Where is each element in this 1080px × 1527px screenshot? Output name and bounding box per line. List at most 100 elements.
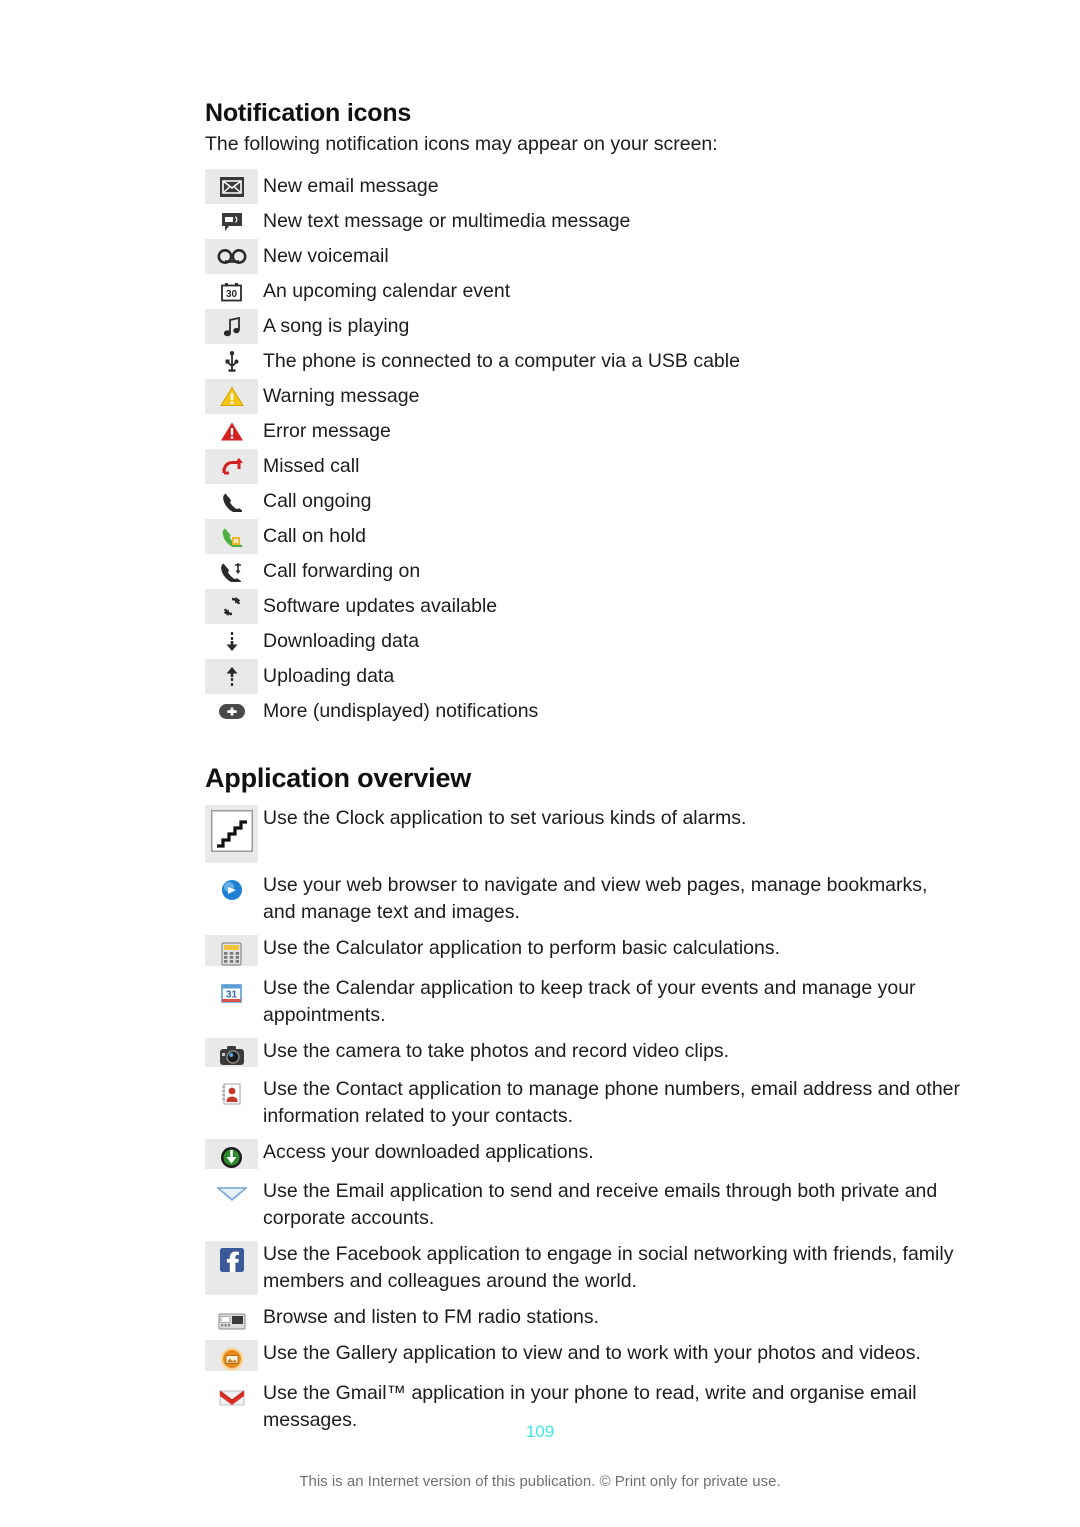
gmail-app-icon	[219, 1387, 245, 1407]
calendar-event-icon: 30	[221, 282, 242, 302]
downloads-app-icon	[220, 1146, 243, 1169]
application-label: Use the camera to take photos and record…	[263, 1040, 730, 1062]
application-label: Use the Email application to send and re…	[263, 1180, 938, 1229]
notification-row: A song is playing	[205, 309, 965, 344]
application-label: Access your downloaded applications.	[263, 1141, 594, 1163]
contacts-app-icon	[221, 1083, 242, 1105]
notification-row: Error message	[205, 414, 965, 449]
more-notifications-icon	[218, 703, 245, 720]
notification-row: Downloading data	[205, 624, 965, 659]
application-icon-cell	[205, 935, 258, 966]
notification-label: Error message	[263, 420, 391, 442]
manual-page: Notification icons The following notific…	[0, 0, 1080, 1527]
application-icon-cell	[205, 1304, 258, 1331]
application-icon-cell	[205, 805, 258, 863]
application-row: Use the Facebook application to engage i…	[205, 1241, 1005, 1295]
fm-radio-app-icon	[218, 1311, 246, 1331]
notification-label: More (undisplayed) notifications	[263, 700, 539, 722]
notification-label: New voicemail	[263, 245, 389, 267]
page-number: 109	[525, 1422, 555, 1441]
notification-icon-cell	[205, 694, 258, 729]
application-label: Use the Calendar application to keep tra…	[263, 977, 916, 1026]
notification-label: Downloading data	[263, 630, 420, 652]
svg-text:31: 31	[226, 990, 238, 1001]
application-row: 31 Use the Calendar application to keep t…	[205, 975, 1005, 1029]
application-label: Use the Gallery application to view and …	[263, 1342, 921, 1364]
notification-row: Uploading data	[205, 659, 965, 694]
notification-row: Call ongoing	[205, 484, 965, 519]
application-row: Use your web browser to navigate and vie…	[205, 872, 1005, 926]
notification-label: An upcoming calendar event	[263, 280, 511, 302]
footer-copyright-note: This is an Internet version of this publ…	[299, 1473, 781, 1490]
usb-icon	[225, 350, 239, 373]
application-row: Use the Clock application to set various…	[205, 805, 1005, 863]
application-icon-cell	[205, 1241, 258, 1295]
notification-label: Warning message	[263, 385, 420, 407]
notification-intro-text: The following notification icons may app…	[205, 133, 718, 155]
notification-row: New voicemail	[205, 239, 965, 274]
notification-label: Missed call	[263, 455, 360, 477]
browser-app-icon	[221, 879, 243, 901]
notification-icon-cell	[205, 484, 258, 519]
application-label: Use the Contact application to manage ph…	[263, 1078, 961, 1127]
call-ongoing-icon	[221, 491, 242, 512]
application-label: Browse and listen to FM radio stations.	[263, 1306, 599, 1328]
notification-icon-cell	[205, 659, 258, 694]
calendar-app-icon: 31	[221, 982, 242, 1004]
application-row: Use the camera to take photos and record…	[205, 1038, 1005, 1067]
software-update-icon	[222, 596, 242, 617]
new-text-message-icon	[221, 212, 243, 232]
facebook-app-icon	[219, 1248, 244, 1272]
application-row: Browse and listen to FM radio stations.	[205, 1304, 1005, 1331]
application-icon-cell	[205, 1139, 258, 1169]
notification-icon-cell	[205, 239, 258, 274]
notification-row: More (undisplayed) notifications	[205, 694, 965, 729]
notification-icon-cell: 30	[205, 274, 258, 309]
gallery-app-icon	[220, 1347, 244, 1371]
notification-row: New email message	[205, 169, 965, 204]
missed-call-icon	[221, 456, 243, 477]
notification-label: A song is playing	[263, 315, 410, 337]
warning-triangle-icon	[219, 386, 244, 407]
application-icon-cell	[205, 872, 258, 926]
application-icon-cell	[205, 1076, 258, 1130]
notification-row: Call on hold	[205, 519, 965, 554]
notification-row: 30 An upcoming calendar event	[205, 274, 965, 309]
application-icon-cell	[205, 1178, 258, 1232]
call-on-hold-icon	[221, 526, 243, 547]
application-icon-cell	[205, 1038, 258, 1067]
notification-icon-cell	[205, 519, 258, 554]
notification-label: Software updates available	[263, 595, 498, 617]
notification-label: Uploading data	[263, 665, 395, 687]
calculator-app-icon	[221, 942, 242, 966]
application-label: Use the Facebook application to engage i…	[263, 1243, 954, 1292]
page-title-application-overview: Application overview	[205, 763, 472, 793]
application-row: Use the Email application to send and re…	[205, 1178, 1005, 1232]
notification-label: The phone is connected to a computer via…	[263, 350, 740, 372]
application-label: Use the Calculator application to perfor…	[263, 937, 781, 959]
svg-text:30: 30	[226, 289, 238, 300]
notification-icon-cell	[205, 449, 258, 484]
page-title-notification-icons: Notification icons	[205, 99, 412, 127]
new-voicemail-icon	[217, 248, 247, 265]
new-email-message-icon	[219, 176, 244, 197]
notification-icon-cell	[205, 379, 258, 414]
notification-icon-cell	[205, 204, 258, 239]
notification-icon-cell	[205, 169, 258, 204]
error-triangle-icon	[220, 421, 244, 442]
notification-row: Software updates available	[205, 589, 965, 624]
notification-row: Missed call	[205, 449, 965, 484]
notification-label: Call forwarding on	[263, 560, 421, 582]
notification-icon-cell	[205, 309, 258, 344]
application-row: Use the Calculator application to perfor…	[205, 935, 1005, 966]
notification-icon-list: New email message New text message or mul…	[205, 169, 965, 729]
call-forwarding-icon	[220, 561, 244, 582]
application-overview-list: Use the Clock application to set various…	[205, 805, 1005, 1443]
application-label: Use your web browser to navigate and vie…	[263, 874, 928, 923]
application-icon-cell: 31	[205, 975, 258, 1029]
notification-label: New email message	[263, 175, 439, 197]
notification-icon-cell	[205, 414, 258, 449]
notification-icon-cell	[205, 344, 258, 379]
notification-label: Call on hold	[263, 525, 366, 547]
application-row: Use the Gallery application to view and …	[205, 1340, 1005, 1371]
